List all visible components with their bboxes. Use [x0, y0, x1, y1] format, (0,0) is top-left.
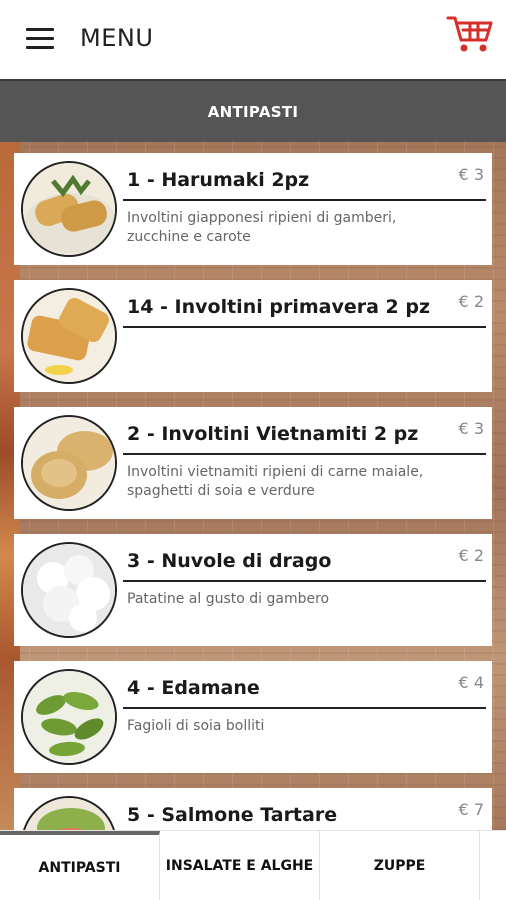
divider [123, 453, 486, 455]
dish-card[interactable]: 5 - Salmone Tartare € 7 [14, 788, 492, 830]
divider [123, 199, 486, 201]
dish-price: € 3 [458, 419, 484, 438]
dish-thumbnail [21, 542, 117, 638]
shopping-cart-icon[interactable] [446, 14, 494, 54]
dish-card[interactable]: 4 - Edamane € 4 Fagioli di soia bolliti [14, 661, 492, 773]
hamburger-menu-icon[interactable] [26, 28, 54, 50]
dish-name: 4 - Edamane [127, 677, 260, 699]
dish-price: € 7 [458, 800, 484, 819]
dish-list[interactable]: 1 - Harumaki 2pz € 3 Involtini giappones… [0, 142, 506, 830]
divider [123, 707, 486, 709]
dish-price: € 2 [458, 546, 484, 565]
category-tab-bar: ANTIPASTI INSALATE E ALGHE ZUPPE [0, 830, 506, 900]
dish-description: Involtini giapponesi ripieni di gamberi,… [127, 210, 397, 245]
dish-thumbnail [21, 669, 117, 765]
dish-description: Fagioli di soia bolliti [127, 718, 265, 734]
dish-price: € 4 [458, 673, 484, 692]
dish-thumbnail [21, 796, 117, 830]
dish-description: Involtini vietnamiti ripieni di carne ma… [127, 464, 424, 499]
dish-name: 2 - Involtini Vietnamiti 2 pz [127, 423, 419, 445]
dish-name: 5 - Salmone Tartare [127, 804, 338, 826]
divider [123, 580, 486, 582]
dish-card[interactable]: 1 - Harumaki 2pz € 3 Involtini giappones… [14, 153, 492, 265]
menu-title: MENU [80, 24, 154, 52]
section-title: ANTIPASTI [207, 102, 299, 121]
dish-card[interactable]: 14 - Involtini primavera 2 pz € 2 [14, 280, 492, 392]
dish-name: 14 - Involtini primavera 2 pz [127, 296, 431, 318]
dish-price: € 2 [458, 292, 484, 311]
tab-antipasti[interactable]: ANTIPASTI [0, 831, 160, 900]
dish-card[interactable]: 2 - Involtini Vietnamiti 2 pz € 3 Involt… [14, 407, 492, 519]
dish-thumbnail [21, 161, 117, 257]
dish-card[interactable]: 3 - Nuvole di drago € 2 Patatine al gust… [14, 534, 492, 646]
tab-zuppe[interactable]: ZUPPE [320, 831, 480, 900]
tab-insalate-e-alghe[interactable]: INSALATE E ALGHE [160, 831, 320, 900]
dish-name: 1 - Harumaki 2pz [127, 169, 310, 191]
divider [123, 326, 486, 328]
app-header: MENU [0, 0, 506, 79]
dish-price: € 3 [458, 165, 484, 184]
dish-description: Patatine al gusto di gambero [127, 591, 330, 607]
dish-name: 3 - Nuvole di drago [127, 550, 332, 572]
dish-thumbnail [21, 415, 117, 511]
section-title-bar: ANTIPASTI [0, 79, 506, 142]
dish-thumbnail [21, 288, 117, 384]
